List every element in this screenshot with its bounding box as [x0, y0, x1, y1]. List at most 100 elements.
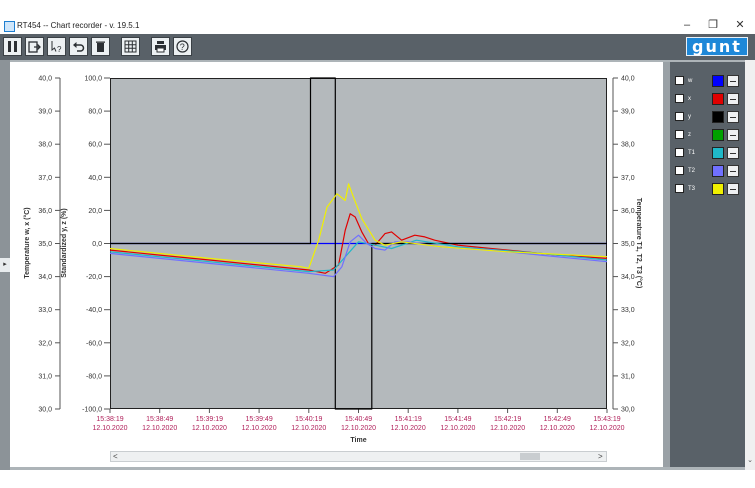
legend-color-swatch[interactable]: [712, 183, 724, 195]
date-tick-label: 12.10.2020: [490, 425, 525, 432]
axis-titles: Time Temperature w, x (°C) Standardized y,…: [23, 198, 643, 444]
left-temperature-tick-label: 37,0: [38, 175, 52, 182]
right-temperature-tick-label: 34,0: [621, 274, 635, 281]
right-temperature-tick-label: 31,0: [621, 373, 635, 380]
scroll-left-arrow[interactable]: <: [113, 451, 118, 462]
left-standardized-tick-label: -100,0: [82, 407, 102, 414]
right-temperature-axis-title: Temperature T1, T2, T3 (°C): [635, 198, 643, 289]
legend-line-style-button[interactable]: [727, 165, 739, 177]
left-standardized-axis-title: Standardized y, z (%): [61, 208, 68, 278]
left-temperature-tick-label: 35,0: [38, 241, 52, 248]
date-tick-label: 12.10.2020: [192, 425, 227, 432]
legend-item-t3[interactable]: T3: [675, 183, 745, 195]
time-tick-label: 15:38:49: [146, 416, 173, 423]
legend-label: T1: [688, 150, 696, 156]
left-temperature-tick-label: 34,0: [38, 274, 52, 281]
legend-line-style-button[interactable]: [727, 75, 739, 87]
left-temperature-tick-label: 36,0: [38, 208, 52, 215]
legend-item-z[interactable]: z: [675, 129, 745, 141]
right-temperature-tick-label: 40,0: [621, 76, 635, 83]
left-standardized-axis: 100,0 80,0 60,0 40,0 20,0 0,0 -20,0 -40,0 -60,0 -…: [82, 76, 110, 414]
legend-item-t2[interactable]: T2: [675, 165, 745, 177]
date-tick-label: 12.10.2020: [540, 425, 575, 432]
date-tick-label: 12.10.2020: [440, 425, 475, 432]
time-tick-label: 15:42:49: [544, 416, 571, 423]
right-temperature-tick-label: 37,0: [621, 175, 635, 182]
left-temperature-tick-label: 31,0: [38, 373, 52, 380]
left-temperature-tick-label: 40,0: [38, 76, 52, 83]
scroll-thumb[interactable]: [520, 453, 540, 460]
legend-label: y: [688, 114, 691, 120]
left-standardized-tick-label: 0,0: [92, 241, 102, 248]
date-tick-label: 12.10.2020: [92, 425, 127, 432]
legend-color-swatch[interactable]: [712, 111, 724, 123]
date-tick-label: 12.10.2020: [391, 425, 426, 432]
date-tick-label: 12.10.2020: [142, 425, 177, 432]
date-tick-label: 12.10.2020: [341, 425, 376, 432]
left-temperature-tick-label: 38,0: [38, 142, 52, 149]
legend-color-swatch[interactable]: [712, 147, 724, 159]
right-temperature-tick-label: 35,0: [621, 241, 635, 248]
legend-line-style-button[interactable]: [727, 129, 739, 141]
left-standardized-tick-label: -20,0: [86, 274, 102, 281]
left-temperature-tick-label: 33,0: [38, 307, 52, 314]
time-axis: 15:38:19 12.10.2020 15:38:49 12.10.2020 15:3…: [92, 409, 625, 432]
legend-line-style-button[interactable]: [727, 111, 739, 123]
left-temperature-axis: 40,0 39,0 38,0 37,0 36,0 35,0 34,0 33,0 32,0 31,0…: [38, 76, 61, 414]
legend-checkbox[interactable]: [675, 94, 684, 103]
right-temperature-axis: 40,0 39,0 38,0 37,0 36,0 35,0 34,0 33,0 32,0 31,0…: [612, 76, 635, 414]
scroll-down-arrow[interactable]: ⌄: [745, 456, 755, 464]
vertical-scrollbar[interactable]: [745, 60, 755, 470]
time-tick-label: 15:39:49: [245, 416, 272, 423]
time-tick-label: 15:40:49: [345, 416, 372, 423]
legend-line-style-button[interactable]: [727, 147, 739, 159]
time-tick-label: 15:43:19: [593, 416, 620, 423]
chart-svg: 40,0 39,0 38,0 37,0 36,0 35,0 34,0 33,0 32,0 31,0…: [23, 76, 643, 445]
legend-color-swatch[interactable]: [712, 75, 724, 87]
legend-line-style-button[interactable]: [727, 93, 739, 105]
left-temperature-tick-label: 30,0: [38, 407, 52, 414]
left-temperature-tick-label: 39,0: [38, 109, 52, 116]
legend-item-x[interactable]: x: [675, 93, 745, 105]
legend-checkbox[interactable]: [675, 76, 684, 85]
left-standardized-tick-label: -60,0: [86, 340, 102, 347]
legend-checkbox[interactable]: [675, 130, 684, 139]
legend-item-y[interactable]: y: [675, 111, 745, 123]
legend-label: T2: [688, 168, 696, 174]
right-temperature-tick-label: 39,0: [621, 109, 635, 116]
legend-color-swatch[interactable]: [712, 129, 724, 141]
right-temperature-tick-label: 38,0: [621, 142, 635, 149]
right-temperature-tick-label: 36,0: [621, 208, 635, 215]
date-tick-label: 12.10.2020: [242, 425, 277, 432]
legend-checkbox[interactable]: [675, 166, 684, 175]
scroll-right-arrow[interactable]: >: [598, 451, 603, 462]
time-tick-label: 15:41:49: [444, 416, 471, 423]
time-tick-label: 15:42:19: [494, 416, 521, 423]
legend-checkbox[interactable]: [675, 112, 684, 121]
legend-color-swatch[interactable]: [712, 165, 724, 177]
status-bar: [0, 470, 755, 488]
time-tick-label: 15:38:19: [96, 416, 123, 423]
legend-label: w: [688, 78, 693, 84]
legend-item-w[interactable]: w: [675, 75, 745, 87]
left-standardized-tick-label: 60,0: [88, 142, 102, 149]
legend-color-swatch[interactable]: [712, 93, 724, 105]
time-tick-label: 15:39:19: [196, 416, 223, 423]
left-standardized-tick-label: -80,0: [86, 373, 102, 380]
right-temperature-tick-label: 32,0: [621, 340, 635, 347]
legend-label: T3: [688, 186, 696, 192]
left-temperature-axis-title: Temperature w, x (°C): [23, 207, 31, 278]
legend-line-style-button[interactable]: [727, 183, 739, 195]
legend-checkbox[interactable]: [675, 184, 684, 193]
legend-item-t1[interactable]: T1: [675, 147, 745, 159]
date-tick-label: 12.10.2020: [291, 425, 326, 432]
time-tick-label: 15:40:19: [295, 416, 322, 423]
legend-checkbox[interactable]: [675, 148, 684, 157]
panel-divider[interactable]: [663, 62, 670, 467]
time-tick-label: 15:41:19: [395, 416, 422, 423]
series-line-T3: [109, 183, 608, 269]
left-standardized-tick-label: 20,0: [88, 208, 102, 215]
left-temperature-tick-label: 32,0: [38, 340, 52, 347]
left-standardized-tick-label: 40,0: [88, 175, 102, 182]
x-axis-title: Time: [350, 437, 366, 444]
